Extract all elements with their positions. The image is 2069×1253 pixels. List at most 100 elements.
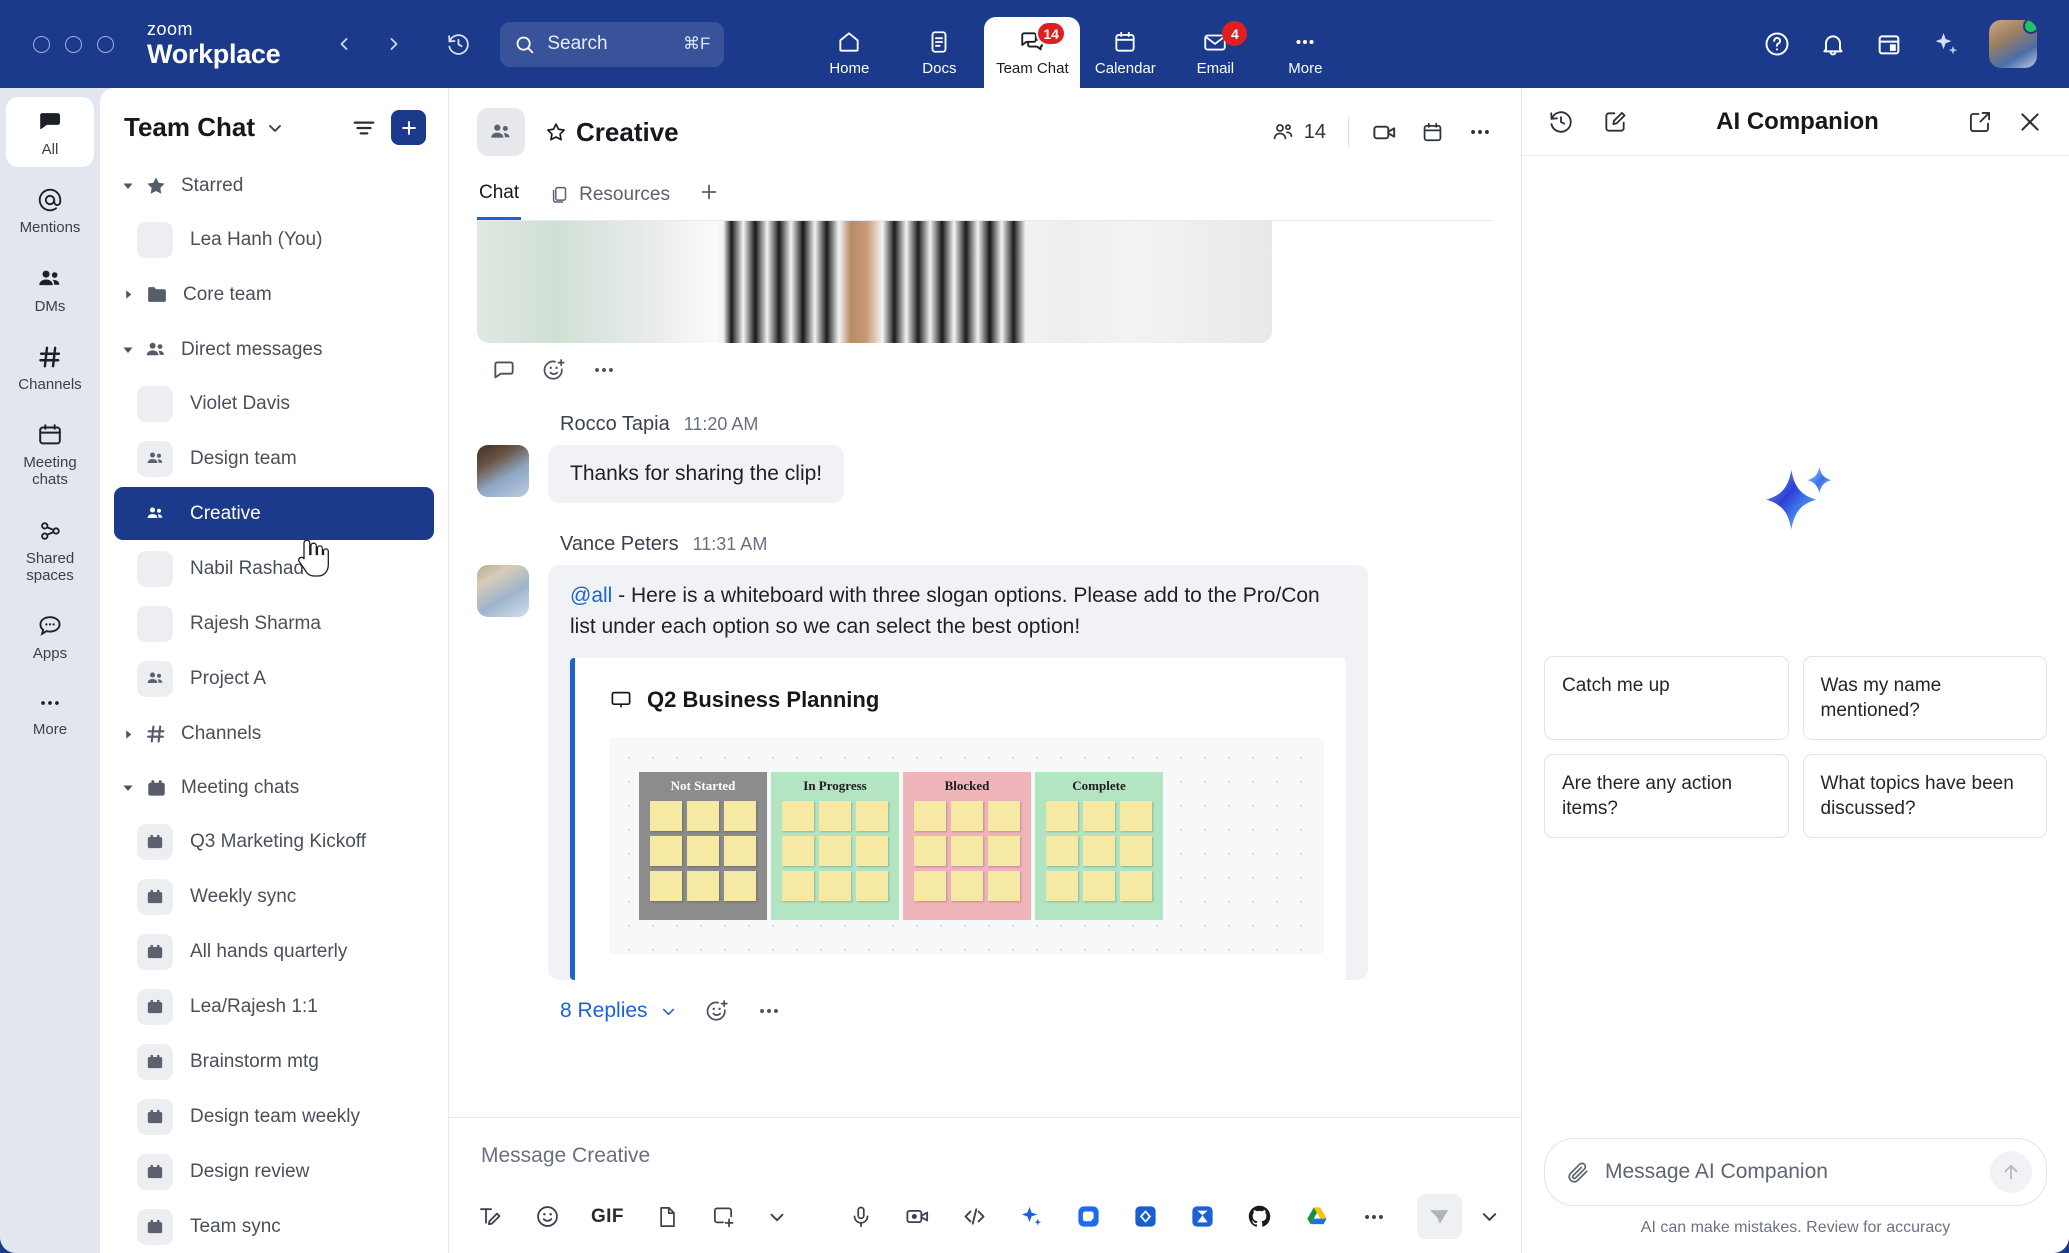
sticky-note[interactable] [724, 801, 756, 831]
sidebar-item-brainstorm-mtg[interactable]: Brainstorm mtg [114, 1035, 434, 1088]
rail-item-mentions[interactable]: Mentions [6, 175, 94, 245]
help-icon[interactable] [1763, 30, 1791, 58]
google-drive-icon[interactable] [1303, 1203, 1331, 1231]
sticky-note[interactable] [1083, 801, 1115, 831]
sticky-note[interactable] [1046, 836, 1078, 866]
bell-icon[interactable] [1819, 30, 1847, 58]
sticky-note[interactable] [856, 871, 888, 901]
sticky-note[interactable] [782, 871, 814, 901]
sticky-note[interactable] [988, 871, 1020, 901]
sticky-note[interactable] [951, 836, 983, 866]
star-icon[interactable] [545, 121, 567, 143]
rail-item-dms[interactable]: DMs [6, 254, 94, 324]
more-options-icon[interactable] [756, 998, 782, 1024]
sticky-note[interactable] [819, 801, 851, 831]
sidebar-group-direct-messages[interactable]: Direct messages [114, 323, 434, 377]
add-reaction-icon[interactable] [704, 998, 730, 1024]
tab-home[interactable]: Home [804, 17, 894, 88]
suggestion-catch-me-up[interactable]: Catch me up [1544, 656, 1789, 740]
send-button[interactable] [1417, 1194, 1462, 1239]
audio-message-icon[interactable] [848, 1204, 874, 1230]
back-button[interactable] [324, 24, 364, 64]
sticky-note[interactable] [819, 871, 851, 901]
rail-item-shared-spaces[interactable]: Shared spaces [6, 506, 94, 594]
screenshot-add-icon[interactable] [710, 1204, 736, 1230]
tab-docs[interactable]: Docs [894, 17, 984, 88]
calendar-icon[interactable] [1420, 120, 1445, 145]
more-apps-icon[interactable] [1361, 1204, 1387, 1230]
sidebar-group-channels[interactable]: Channels [114, 707, 434, 761]
minimize-window-button[interactable] [65, 36, 82, 53]
message-input[interactable]: Message Creative [477, 1138, 1493, 1194]
sticky-note[interactable] [1046, 801, 1078, 831]
forward-button[interactable] [374, 24, 414, 64]
sticky-note[interactable] [1120, 836, 1152, 866]
sidebar-item-design-team-weekly[interactable]: Design team weekly [114, 1090, 434, 1143]
tab-resources[interactable]: Resources [547, 178, 672, 219]
sticky-note[interactable] [856, 836, 888, 866]
window-controls[interactable] [33, 36, 114, 53]
sticky-note[interactable] [650, 801, 682, 831]
format-text-icon[interactable] [477, 1203, 504, 1230]
reply-icon[interactable] [491, 357, 517, 383]
zoom-app-icon[interactable] [1075, 1203, 1102, 1230]
whiteboard-canvas[interactable]: Not Started In Progress [609, 738, 1324, 954]
gif-icon[interactable]: GIF [591, 1206, 624, 1228]
suggestion-action-items[interactable]: Are there any action items? [1544, 754, 1789, 838]
ai-send-button[interactable] [1990, 1151, 2032, 1193]
code-snippet-icon[interactable] [961, 1203, 988, 1230]
x-app-icon[interactable] [1189, 1203, 1216, 1230]
add-reaction-icon[interactable] [541, 357, 567, 383]
sticky-note[interactable] [782, 836, 814, 866]
sticky-note[interactable] [650, 871, 682, 901]
diamond-app-icon[interactable] [1132, 1203, 1159, 1230]
sticky-note[interactable] [687, 801, 719, 831]
sidebar-item-q3-marketing-kickoff[interactable]: Q3 Marketing Kickoff [114, 815, 434, 868]
more-options-icon[interactable] [1467, 119, 1493, 145]
history-icon[interactable] [438, 24, 478, 64]
rail-item-channels[interactable]: Channels [6, 332, 94, 402]
sidebar-item-nabil-rashad[interactable]: Nabil Rashad [114, 542, 434, 595]
ai-sparkle-icon[interactable] [1018, 1203, 1045, 1230]
video-call-icon[interactable] [1371, 119, 1398, 146]
history-icon[interactable] [1548, 109, 1574, 135]
more-options-icon[interactable] [591, 357, 617, 383]
ai-sparkle-icon[interactable] [1931, 29, 1961, 59]
attachment-icon[interactable] [1565, 1159, 1591, 1185]
sticky-note[interactable] [951, 871, 983, 901]
tab-more[interactable]: More [1260, 17, 1350, 88]
mention-all[interactable]: @all [570, 584, 612, 607]
add-tab-button[interactable] [698, 181, 720, 215]
rail-item-apps[interactable]: Apps [6, 601, 94, 671]
sticky-note[interactable] [687, 871, 719, 901]
ai-message-input[interactable]: Message AI Companion [1544, 1138, 2047, 1206]
tab-calendar[interactable]: Calendar [1080, 17, 1170, 88]
sticky-note[interactable] [988, 836, 1020, 866]
sticky-note[interactable] [914, 871, 946, 901]
sticky-note[interactable] [687, 836, 719, 866]
sidebar-item-team-sync[interactable]: Team sync [114, 1200, 434, 1253]
chevron-down-icon[interactable] [766, 1206, 788, 1228]
rail-item-all[interactable]: All [6, 97, 94, 167]
sticky-note[interactable] [724, 836, 756, 866]
sticky-note[interactable] [1120, 871, 1152, 901]
sticky-note[interactable] [1120, 801, 1152, 831]
close-window-button[interactable] [33, 36, 50, 53]
sidebar-item-project-a[interactable]: Project A [114, 652, 434, 705]
sidebar-item-weekly-sync[interactable]: Weekly sync [114, 870, 434, 923]
sidebar-item-lea-rajesh-1-1[interactable]: Lea/Rajesh 1:1 [114, 980, 434, 1033]
sidebar-item-design-team[interactable]: Design team [114, 432, 434, 485]
sidebar-group-starred[interactable]: Starred [114, 159, 434, 213]
sticky-note[interactable] [819, 836, 851, 866]
sticky-note[interactable] [856, 801, 888, 831]
maximize-window-button[interactable] [97, 36, 114, 53]
sticky-note[interactable] [1083, 836, 1115, 866]
sticky-note[interactable] [951, 801, 983, 831]
user-avatar[interactable] [1989, 20, 2037, 68]
video-message-icon[interactable] [904, 1203, 931, 1230]
sidebar-item-creative[interactable]: Creative [114, 487, 434, 540]
sidebar-item-design-review[interactable]: Design review [114, 1145, 434, 1198]
tab-email[interactable]: 4 Email [1170, 17, 1260, 88]
rail-item-more[interactable]: More [6, 679, 94, 747]
sticky-note[interactable] [914, 801, 946, 831]
